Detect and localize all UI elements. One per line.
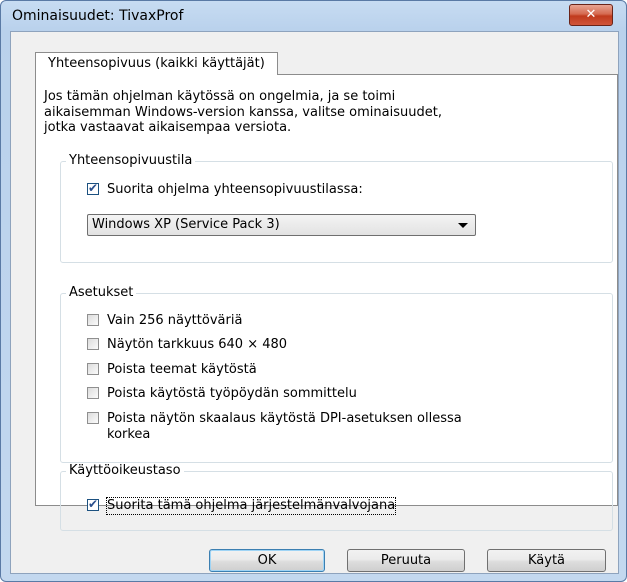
close-button[interactable]: ✕ bbox=[569, 4, 613, 26]
title-bar[interactable]: Ominaisuudet: TivaxProf ✕ bbox=[1, 1, 626, 31]
properties-dialog: Ominaisuudet: TivaxProf ✕ Yhteensopivuus… bbox=[0, 0, 627, 582]
window-title: Ominaisuudet: TivaxProf bbox=[12, 8, 184, 24]
apply-button[interactable]: Käytä bbox=[487, 549, 606, 572]
setting-disable-themes-checkbox[interactable] bbox=[87, 363, 99, 375]
setting-disable-dpi-scaling-label[interactable]: Poista näytön skaalaus käytöstä DPI-aset… bbox=[107, 411, 567, 443]
settings-group: Asetukset Vain 256 näyttöväriä Näytön ta… bbox=[60, 285, 613, 463]
setting-disable-dpi-scaling-checkbox[interactable] bbox=[87, 412, 99, 424]
dropdown-arrow-icon[interactable] bbox=[458, 223, 468, 228]
setting-disable-themes-label[interactable]: Poista teemat käytöstä bbox=[107, 362, 257, 378]
setting-640x480-checkbox[interactable] bbox=[87, 338, 99, 350]
privilege-level-group: Käyttöoikeustaso Suorita tämä ohjelma jä… bbox=[60, 463, 613, 531]
run-as-admin-label[interactable]: Suorita tämä ohjelma järjestelmänvalvoja… bbox=[105, 497, 397, 515]
os-version-dropdown[interactable]: Windows XP (Service Pack 3) bbox=[87, 214, 476, 236]
intro-text: Jos tämän ohjelman käytössä on ongelmia,… bbox=[44, 89, 442, 135]
privilege-level-group-label: Käyttöoikeustaso bbox=[66, 463, 184, 478]
setting-640x480-label[interactable]: Näytön tarkkuus 640 × 480 bbox=[107, 337, 287, 353]
setting-disable-composition-label[interactable]: Poista käytöstä työpöydän sommittelu bbox=[107, 386, 357, 402]
compat-mode-group-label: Yhteensopivuustila bbox=[66, 153, 196, 168]
run-as-admin-checkbox[interactable] bbox=[87, 497, 99, 511]
dialog-client-area: Yhteensopivuus (kaikki käyttäjät) Jos tä… bbox=[10, 31, 619, 574]
ok-button[interactable]: OK bbox=[209, 549, 325, 572]
setting-disable-composition-checkbox[interactable] bbox=[87, 387, 99, 399]
compatibility-tab-panel: Jos tämän ohjelman käytössä on ongelmia,… bbox=[35, 74, 618, 531]
compat-mode-checkbox-label[interactable]: Suorita ohjelma yhteensopivuustilassa: bbox=[107, 182, 363, 198]
compat-mode-group: Yhteensopivuustila Suorita ohjelma yhtee… bbox=[60, 153, 613, 263]
setting-256-colors-label[interactable]: Vain 256 näyttöväriä bbox=[107, 313, 242, 329]
settings-group-label: Asetukset bbox=[66, 285, 137, 300]
setting-256-colors-checkbox[interactable] bbox=[87, 314, 99, 326]
tab-compatibility-all-users[interactable]: Yhteensopivuus (kaikki käyttäjät) bbox=[35, 52, 278, 75]
compat-mode-checkbox[interactable] bbox=[87, 181, 99, 195]
cancel-button[interactable]: Peruuta bbox=[347, 549, 465, 572]
os-version-selected: Windows XP (Service Pack 3) bbox=[92, 217, 280, 232]
